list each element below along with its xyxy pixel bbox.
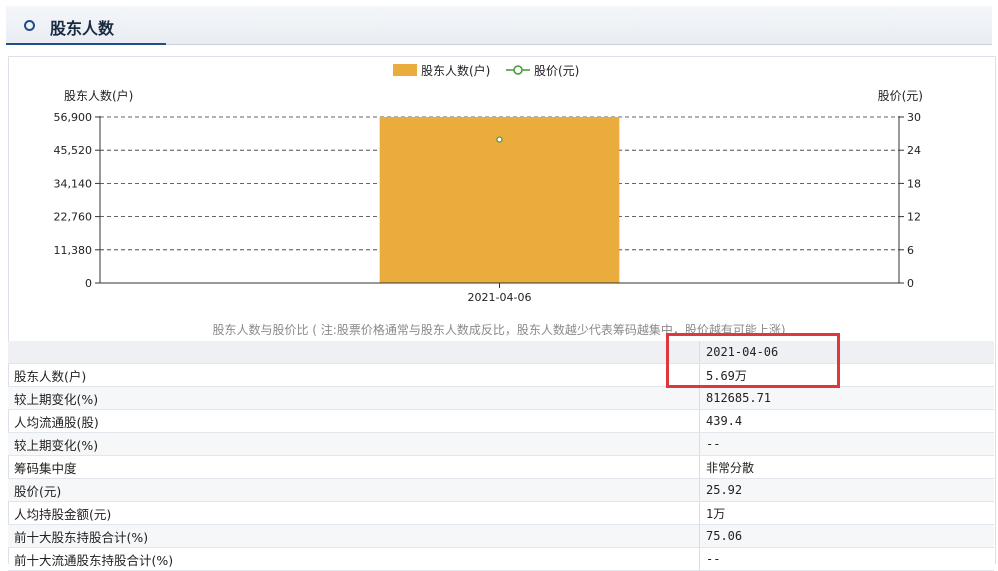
table-header-row: 2021-04-06: [8, 341, 994, 364]
chart-caption: 股东人数与股价比 ( 注:股票价格通常与股东人数成反比，股东人数越少代表筹码越集…: [212, 323, 786, 337]
row-label: 股价(元): [8, 478, 700, 502]
left-axis-title: 股东人数(户): [64, 88, 133, 103]
row-label: 前十大股东持股合计(%): [8, 524, 700, 548]
left-tick-label: 45,520: [54, 144, 93, 157]
row-value: 439.4: [699, 409, 994, 433]
row-value: 非常分散: [699, 455, 994, 479]
row-value: 25.92: [699, 478, 994, 502]
right-tick-label: 18: [907, 177, 921, 190]
right-tick-label: 0: [907, 277, 914, 290]
left-tick-label: 56,900: [54, 111, 93, 124]
row-label: 筹码集中度: [8, 455, 700, 479]
price-series: [496, 136, 503, 143]
table-row: 较上期变化(%) 812685.71: [8, 386, 994, 410]
holders-chart: 股东人数(户) 股价(元) 56,900 30 45,520 24 34,140 18 22…: [54, 88, 924, 304]
table-row: 股东人数(户) 5.69万: [8, 363, 994, 387]
left-tick-label: 0: [85, 277, 92, 290]
price-point: [496, 136, 503, 143]
row-value: --: [699, 547, 994, 571]
x-axis-labels: 2021-04-06: [468, 283, 532, 304]
right-axis-title: 股价(元): [878, 89, 923, 103]
table-row: 前十大流通股东持股合计(%) --: [8, 547, 994, 571]
right-tick-label: 30: [907, 111, 921, 124]
right-tick-label: 6: [907, 244, 914, 257]
row-label: 前十大流通股东持股合计(%): [8, 547, 700, 571]
row-value: 1万: [699, 501, 994, 525]
left-tick-label: 34,140: [54, 177, 93, 190]
table-header-blank: [8, 341, 700, 364]
left-tick-label: 11,380: [54, 244, 93, 257]
row-label: 较上期变化(%): [8, 432, 700, 456]
row-label: 人均持股金额(元): [8, 501, 700, 525]
left-tick-label: 22,760: [54, 211, 93, 224]
row-label: 较上期变化(%): [8, 386, 700, 410]
table-row: 前十大股东持股合计(%) 75.06: [8, 524, 994, 548]
row-value: --: [699, 432, 994, 456]
row-label: 人均流通股(股): [8, 409, 700, 433]
table-row: 较上期变化(%) --: [8, 432, 994, 456]
row-label: 股东人数(户): [8, 363, 700, 387]
row-value: 812685.71: [699, 386, 994, 410]
table-row: 人均流通股(股) 439.4: [8, 409, 994, 433]
x-tick-label: 2021-04-06: [468, 291, 532, 304]
table-row: 人均持股金额(元) 1万: [8, 501, 994, 525]
right-tick-label: 12: [907, 211, 921, 224]
holders-table: 2021-04-06 股东人数(户) 5.69万 较上期变化(%) 812685.71…: [8, 341, 994, 571]
table-row: 股价(元) 25.92: [8, 478, 994, 502]
table-row: 筹码集中度 非常分散: [8, 455, 994, 479]
highlight-box: [666, 333, 840, 388]
right-tick-label: 24: [907, 144, 921, 157]
row-value: 75.06: [699, 524, 994, 548]
